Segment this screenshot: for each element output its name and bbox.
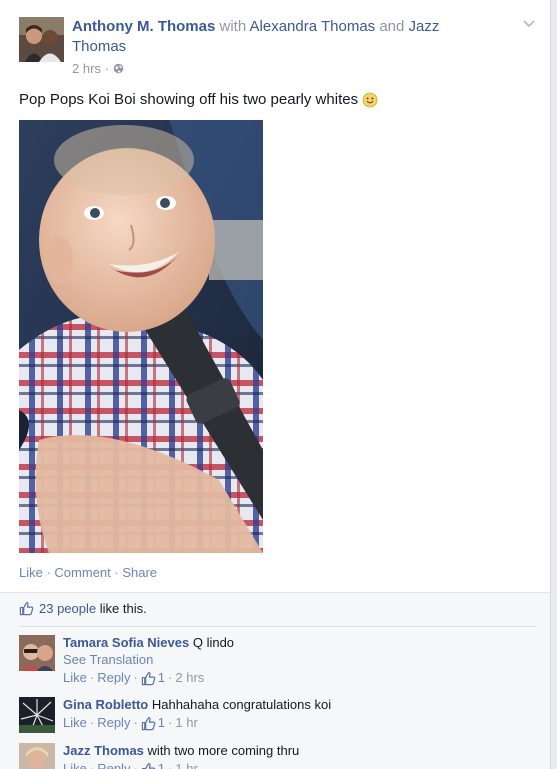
action-separator: · (110, 565, 123, 580)
comment-reply-link[interactable]: Reply (97, 715, 130, 731)
post-header: Anthony M. Thomas with Alexandra Thomas … (0, 0, 550, 80)
commenter-avatar[interactable] (19, 697, 55, 733)
author-avatar[interactable] (19, 17, 64, 62)
comment-like-link[interactable]: Like (63, 670, 87, 686)
ufi-section: 23 people like this. Tamara Sofia Nieves… (0, 592, 550, 769)
thumbs-up-icon (19, 602, 34, 616)
comment-likes-count[interactable]: 1 (141, 670, 165, 686)
comment-actions: Like · Reply · 1 · 2 hrs (63, 670, 205, 686)
and-word: and (379, 18, 405, 35)
comment-time[interactable]: 1 hr (175, 761, 197, 769)
comment-reply-link[interactable]: Reply (97, 670, 130, 686)
smiley-icon (362, 92, 378, 108)
comment-reply-link[interactable]: Reply (97, 761, 130, 769)
thumbs-up-icon (141, 716, 156, 730)
thumbs-up-icon (141, 671, 156, 685)
commenter-name[interactable]: Gina Robletto (63, 697, 148, 712)
commenter-name[interactable]: Tamara Sofia Nieves (63, 635, 189, 650)
feed-post-card: Anthony M. Thomas with Alexandra Thomas … (0, 0, 551, 769)
comment-text: Q lindo (192, 635, 235, 650)
post-author-line: Anthony M. Thomas with Alexandra Thomas … (72, 17, 472, 57)
commenter-name[interactable]: Jazz Thomas (63, 743, 144, 758)
action-separator: · (42, 565, 55, 580)
comment-post-link[interactable]: Comment (54, 565, 110, 580)
like-post-link[interactable]: Like (19, 565, 43, 580)
comment-actions: Like · Reply · 1 · 1 hr (63, 715, 198, 731)
thumbs-up-icon (141, 762, 156, 769)
share-post-link[interactable]: Share (122, 565, 157, 580)
comment-body: Tamara Sofia Nieves Q lindo See Translat… (63, 635, 533, 686)
see-translation-link[interactable]: See Translation (63, 652, 533, 668)
with-word: with (219, 18, 247, 35)
comment-likes-count[interactable]: 1 (141, 715, 165, 731)
likes-suffix: like this. (96, 601, 147, 616)
comment-time[interactable]: 1 hr (175, 715, 197, 731)
post-text: Pop Pops Koi Boi showing off his two pea… (19, 90, 378, 110)
commenter-avatar[interactable] (19, 743, 55, 769)
comment-text: with two more coming thru (147, 743, 300, 758)
post-message: Pop Pops Koi Boi showing off his two pea… (19, 91, 359, 108)
tagged-friend-link[interactable]: Alexandra Thomas (250, 18, 376, 35)
comment-text: Hahhahaha congratulations koi (151, 697, 332, 712)
comment-like-link[interactable]: Like (63, 715, 87, 731)
comment-body: Gina Robletto Hahhahaha congratulations … (63, 697, 533, 731)
post-meta: 2 hrs · (72, 61, 124, 76)
meta-separator: · (104, 61, 110, 76)
comment-like-link[interactable]: Like (63, 761, 87, 769)
globe-icon[interactable] (113, 63, 124, 74)
likes-summary: 23 people like this. (19, 601, 147, 616)
comment-time[interactable]: 2 hrs (175, 670, 204, 686)
post-actions: Like · Comment · Share (19, 565, 157, 580)
post-timestamp[interactable]: 2 hrs (72, 61, 101, 76)
commenter-avatar[interactable] (19, 635, 55, 671)
ufi-divider (19, 626, 537, 627)
chevron-down-icon[interactable] (522, 18, 536, 28)
comment-likes-count[interactable]: 1 (141, 761, 165, 769)
comment-actions: Like · Reply · 1 · 1 hr (63, 761, 533, 769)
comment-body: Jazz Thomas with two more coming thru Li… (63, 743, 533, 769)
post-photo[interactable] (19, 120, 263, 553)
author-name-link[interactable]: Anthony M. Thomas (72, 18, 215, 35)
likers-link[interactable]: 23 people (39, 601, 96, 616)
